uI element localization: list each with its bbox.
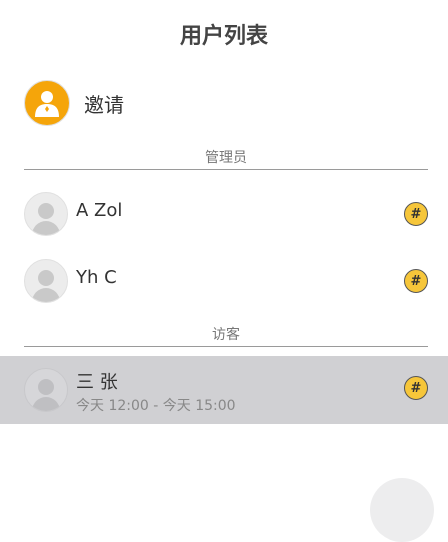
user-row[interactable]: A Zol # bbox=[0, 180, 448, 246]
hash-badge-icon[interactable]: # bbox=[404, 376, 428, 400]
user-name: 三 张 bbox=[76, 372, 118, 393]
user-name: Yh C bbox=[76, 267, 117, 288]
section-header-guests: 访客 bbox=[24, 324, 428, 347]
time-range: 今天 12:00 - 今天 15:00 bbox=[76, 398, 236, 414]
invite-button[interactable]: 邀请 bbox=[24, 80, 124, 126]
user-row[interactable]: Yh C # bbox=[0, 247, 448, 313]
hash-badge-icon[interactable]: # bbox=[404, 269, 428, 293]
hash-badge-icon[interactable]: # bbox=[404, 202, 428, 226]
avatar bbox=[24, 192, 68, 236]
invite-user-icon bbox=[24, 80, 70, 126]
section-header-admins: 管理员 bbox=[24, 147, 428, 170]
avatar bbox=[24, 368, 68, 412]
user-name: A Zol bbox=[76, 200, 123, 221]
page-title: 用户列表 bbox=[179, 24, 268, 49]
floating-action-button[interactable] bbox=[370, 478, 434, 542]
invite-label: 邀请 bbox=[84, 92, 124, 117]
user-row-selected[interactable]: 三 张 今天 12:00 - 今天 15:00 # bbox=[0, 356, 448, 424]
avatar bbox=[24, 259, 68, 303]
